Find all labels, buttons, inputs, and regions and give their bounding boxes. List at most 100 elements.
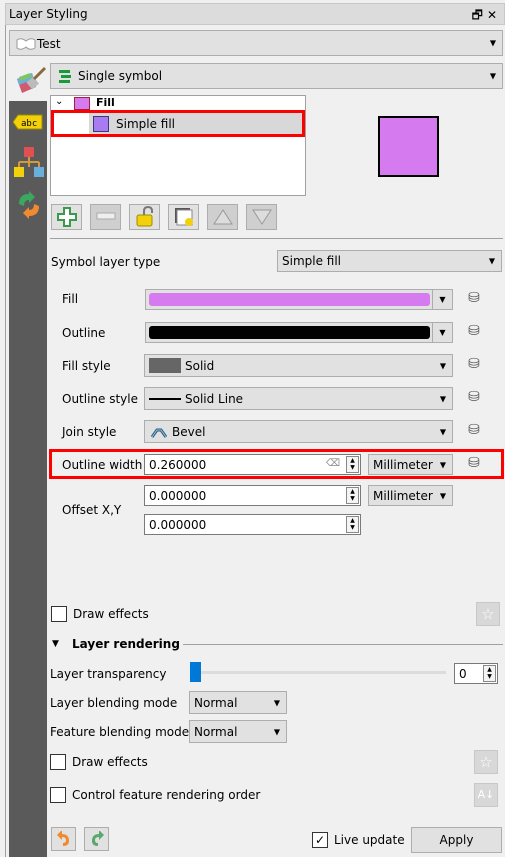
chevron-down-icon: ▼ [489,71,496,81]
minus-icon [96,212,115,220]
chevron-down-icon: ▼ [273,698,280,707]
layer-blending-select[interactable]: Normal ▼ [189,691,287,714]
outline-color-button[interactable]: ▼ [145,322,453,343]
offset-unit-select[interactable]: Millimeter ▼ [368,485,453,506]
restore-icon[interactable]: 🗗 [472,8,487,22]
collapse-triangle-icon[interactable]: ▼ [52,639,59,649]
undo-button[interactable] [51,827,76,851]
effects-button[interactable]: ☆ [474,750,498,774]
sidebar-item-history[interactable] [15,190,43,220]
outline-color-swatch [149,326,430,339]
expand-chevron-icon[interactable]: ⌄ [55,96,63,107]
lock-open-icon [136,205,153,227]
arrow-down-icon [251,209,272,225]
star-icon: ☆ [481,605,495,623]
fill-style-label: Fill style [62,359,111,373]
polygon-layer-icon [16,38,36,50]
control-order-checkbox[interactable] [50,787,66,803]
redo-button[interactable] [84,827,109,851]
outline-style-select[interactable]: Solid Line ▼ [144,387,453,410]
data-defined-override-icon[interactable]: ⛁ [464,388,484,408]
draw-effects-checkbox[interactable] [50,754,66,770]
outline-style-value: Solid Line [185,392,244,406]
draw-effects-label: Draw effects [72,755,148,769]
renderer-select-value: Single symbol [78,69,163,83]
solid-line-icon [149,398,181,400]
chevron-down-icon[interactable]: ▼ [432,290,452,309]
outline-width-unit-select[interactable]: Millimeter ▼ [368,454,453,475]
transparency-input[interactable]: 0 ▲ ▼ [454,663,498,684]
outline-width-stepper[interactable]: ▲ ▼ [346,456,359,473]
transparency-slider-handle[interactable] [190,662,201,682]
diagram-icon [14,147,44,177]
feature-blending-select[interactable]: Normal ▼ [189,720,287,743]
duplicate-icon [174,208,193,226]
symbol-layer-type-select[interactable]: Simple fill ▼ [277,250,502,272]
symbol-preview [378,116,439,177]
fill-color-swatch [149,293,430,306]
fill-style-select[interactable]: Solid ▼ [144,354,453,377]
symbol-layer-type-label: Symbol layer type [51,255,161,269]
transparency-slider-track[interactable] [190,671,446,674]
offset-x-stepper[interactable]: ▲ ▼ [346,487,359,504]
tree-item-fill[interactable]: Fill [96,97,115,109]
draw-effects-checkbox[interactable] [51,606,67,622]
offset-y-stepper[interactable]: ▲ ▼ [346,516,359,533]
sidebar-item-diagrams[interactable] [13,146,45,178]
order-by-button[interactable]: A↓ [474,783,498,807]
fill-swatch [74,97,90,110]
remove-layer-button[interactable] [90,204,121,230]
move-down-button[interactable] [246,204,277,230]
redo-icon [91,830,104,846]
symbol-layer-type-value: Simple fill [282,254,342,268]
data-defined-override-icon[interactable]: ⛁ [464,454,484,474]
data-defined-override-icon[interactable]: ⛁ [464,322,484,342]
chevron-down-icon: ▼ [439,491,446,500]
fill-label: Fill [62,292,79,306]
outline-width-input[interactable]: 0.260000 ⌫ ▲ ▼ [144,454,361,475]
chevron-down-icon[interactable]: ▼ [432,323,452,342]
effects-button[interactable]: ☆ [476,602,500,626]
clear-icon[interactable]: ⌫ [326,458,340,469]
offset-label: Offset X,Y [62,503,122,517]
layer-blending-label: Layer blending mode [50,696,178,710]
data-defined-override-icon[interactable]: ⛁ [464,355,484,375]
apply-button[interactable]: Apply [411,827,502,853]
join-style-select[interactable]: Bevel ▼ [144,420,453,443]
control-order-label: Control feature rendering order [72,788,261,802]
transparency-stepper[interactable]: ▲ ▼ [483,665,496,682]
join-style-label: Join style [62,425,117,439]
sidebar-item-labels[interactable]: abc [12,114,43,130]
duplicate-layer-button[interactable] [168,204,199,230]
layer-rendering-title[interactable]: Layer rendering [72,637,180,651]
chevron-down-icon: ▼ [439,460,446,469]
fill-style-value: Solid [185,359,215,373]
divider [50,238,503,239]
layer-select[interactable]: Test ▼ [9,30,503,56]
close-icon[interactable]: ✕ [487,8,501,22]
live-update-checkbox[interactable]: ✓ [312,832,328,848]
paintbrush-icon[interactable] [14,65,48,97]
history-icon [19,191,39,219]
chevron-down-icon: ▼ [439,361,446,370]
window-title: Layer Styling [9,7,88,21]
draw-effects-label: Draw effects [73,607,149,621]
chevron-down-icon: ▼ [488,256,495,266]
divider [183,644,503,645]
lock-layer-button[interactable] [129,204,160,230]
data-defined-override-icon[interactable]: ⛁ [464,421,484,441]
offset-x-input[interactable]: 0.000000 ▲ ▼ [144,485,361,506]
abc-label-icon: abc [12,114,43,130]
title-bar: Layer Styling 🗗✕ [5,3,505,25]
outline-width-unit-value: Millimeter [373,458,433,472]
fill-color-button[interactable]: ▼ [145,289,453,310]
move-up-button[interactable] [207,204,238,230]
data-defined-override-icon[interactable]: ⛁ [464,289,484,309]
star-icon: ☆ [479,753,493,771]
chevron-down-icon: ▼ [273,727,280,736]
offset-y-input[interactable]: 0.000000 ▲ ▼ [144,514,361,535]
outline-label: Outline [62,326,106,340]
renderer-select[interactable]: Single symbol ▼ [50,63,503,89]
add-layer-button[interactable] [51,204,82,230]
feature-blending-label: Feature blending mode [50,725,190,739]
